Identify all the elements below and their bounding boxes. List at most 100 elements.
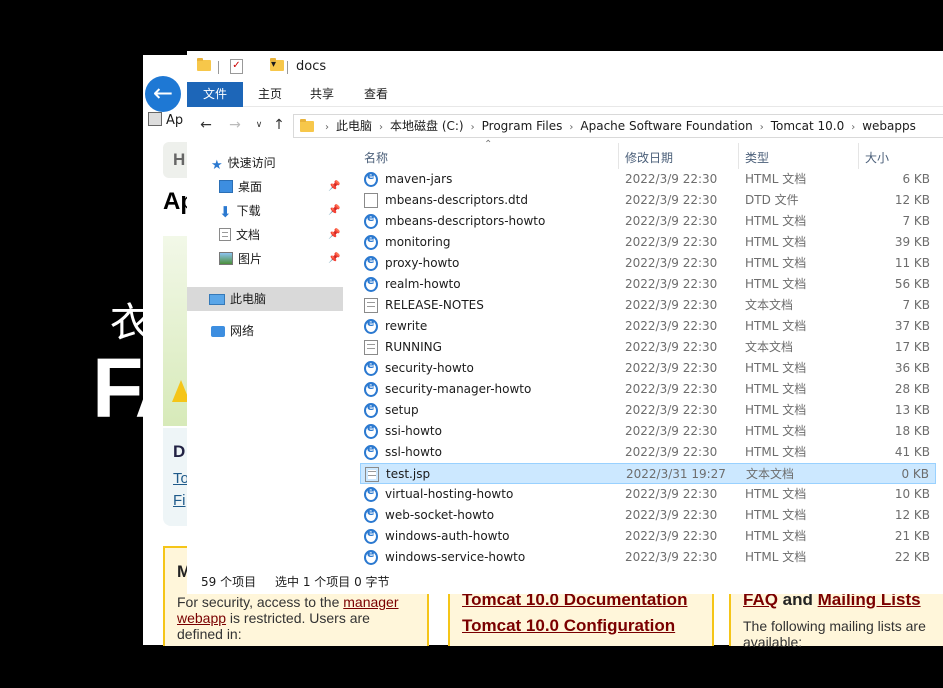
- file-row[interactable]: windows-service-howto 2022/3/9 22:30 HTML …: [360, 547, 936, 568]
- nav-pictures[interactable]: 图片: [219, 247, 262, 271]
- file-row[interactable]: proxy-howto 2022/3/9 22:30 HTML 文档 11 KB: [360, 253, 936, 274]
- file-name: setup: [385, 403, 419, 417]
- pin-icon[interactable]: 📌: [328, 253, 340, 264]
- file-name: RUNNING: [385, 340, 442, 354]
- breadcrumb-separator-icon[interactable]: ›: [760, 122, 764, 133]
- tab-view[interactable]: 查看: [363, 82, 389, 107]
- item-count: 59 个项目: [201, 575, 257, 589]
- file-name: realm-howto: [385, 277, 461, 291]
- column-header-size[interactable]: 大小: [865, 149, 889, 166]
- breadcrumb-separator-icon[interactable]: ›: [569, 122, 573, 133]
- file-name: mbeans-descriptors-howto: [385, 214, 546, 228]
- file-type: HTML 文档: [745, 319, 807, 333]
- navigation-pane: ★ 快速访问 桌面 📌 ⬇ 下载 📌 文档 📌 图片 📌 此电脑 网络: [187, 143, 347, 571]
- file-row[interactable]: mbeans-descriptors-howto 2022/3/9 22:30 HT…: [360, 211, 936, 232]
- nav-network[interactable]: 网络: [211, 319, 254, 343]
- nav-quick-access[interactable]: ★ 快速访问: [211, 151, 276, 175]
- breadcrumb-item[interactable]: Apache Software Foundation: [580, 119, 752, 133]
- breadcrumb-item[interactable]: Tomcat 10.0: [771, 119, 845, 133]
- folder-icon: [197, 58, 211, 71]
- up-arrow-icon[interactable]: ↑: [271, 117, 287, 133]
- desktop-icon: [219, 180, 233, 193]
- browser-tab[interactable]: Ap: [148, 110, 188, 132]
- breadcrumb-separator-icon[interactable]: ›: [471, 122, 475, 133]
- file-row[interactable]: windows-auth-howto 2022/3/9 22:30 HTML 文档 2…: [360, 526, 936, 547]
- file-row[interactable]: web-socket-howto 2022/3/9 22:30 HTML 文档 12 …: [360, 505, 936, 526]
- customize-quick-access-icon[interactable]: ▾: [271, 59, 276, 70]
- star-icon: ★: [211, 158, 223, 173]
- forward-arrow-icon[interactable]: →: [227, 117, 243, 133]
- file-name: monitoring: [385, 235, 451, 249]
- recent-locations-chevron-icon[interactable]: ∨: [251, 117, 267, 133]
- file-row[interactable]: mbeans-descriptors.dtd 2022/3/9 22:30 DTD …: [360, 190, 936, 211]
- card-text: For security, access to the manager weba…: [177, 594, 399, 642]
- address-row: ← → ∨ ↑ › 此电脑 › 本地磁盘 (C:) › Program Files › Apa…: [187, 108, 943, 142]
- file-row[interactable]: maven-jars 2022/3/9 22:30 HTML 文档 6 KB: [360, 169, 936, 190]
- column-header-type[interactable]: 类型: [745, 149, 769, 166]
- file-type: HTML 文档: [745, 382, 807, 396]
- nav-this-pc[interactable]: 此电脑: [187, 287, 343, 311]
- card-text: The following mailing lists are availabl…: [743, 618, 926, 650]
- file-date: 2022/3/9 22:30: [625, 529, 718, 543]
- file-row[interactable]: rewrite 2022/3/9 22:30 HTML 文档 37 KB: [360, 316, 936, 337]
- file-type: HTML 文档: [745, 277, 807, 291]
- file-type: HTML 文档: [745, 235, 807, 249]
- file-date: 2022/3/9 22:30: [625, 445, 718, 459]
- breadcrumb-item[interactable]: 本地磁盘 (C:): [390, 119, 464, 133]
- html-file-icon: [364, 421, 378, 439]
- file-type: HTML 文档: [745, 487, 807, 501]
- file-date: 2022/3/9 22:30: [625, 508, 718, 522]
- pin-icon[interactable]: 📌: [328, 181, 340, 192]
- nav-desktop[interactable]: 桌面: [219, 175, 262, 199]
- file-row[interactable]: realm-howto 2022/3/9 22:30 HTML 文档 56 KB: [360, 274, 936, 295]
- breadcrumb-separator-icon[interactable]: ›: [325, 122, 329, 133]
- column-header-name[interactable]: 名称: [364, 149, 388, 166]
- pin-icon[interactable]: 📌: [328, 205, 340, 216]
- tab-file[interactable]: 文件: [187, 82, 243, 107]
- file-row[interactable]: RUNNING 2022/3/9 22:30 文本文档 17 KB: [360, 337, 936, 358]
- breadcrumb-separator-icon[interactable]: ›: [851, 122, 855, 133]
- properties-icon[interactable]: ✓: [230, 59, 243, 74]
- nav-downloads[interactable]: ⬇ 下载: [219, 199, 261, 223]
- back-arrow-icon[interactable]: ←: [198, 117, 214, 133]
- file-row[interactable]: setup 2022/3/9 22:30 HTML 文档 13 KB: [360, 400, 936, 421]
- selection-info: 选中 1 个项目 0 字节: [275, 575, 390, 589]
- address-bar[interactable]: › 此电脑 › 本地磁盘 (C:) › Program Files › Apache Soft…: [293, 114, 943, 138]
- breadcrumb-item[interactable]: 此电脑: [336, 119, 372, 133]
- file-type: 文本文档: [745, 340, 794, 354]
- file-row[interactable]: monitoring 2022/3/9 22:30 HTML 文档 39 KB: [360, 232, 936, 253]
- configuration-link[interactable]: Tomcat 10.0 Configuration: [462, 616, 675, 636]
- text-file-icon: [364, 340, 378, 355]
- file-row[interactable]: ssl-howto 2022/3/9 22:30 HTML 文档 41 KB: [360, 442, 936, 463]
- file-row[interactable]: ssi-howto 2022/3/9 22:30 HTML 文档 18 KB: [360, 421, 936, 442]
- nav-documents[interactable]: 文档: [219, 223, 260, 247]
- breadcrumb: › 此电脑 › 本地磁盘 (C:) › Program Files › Apache Soft…: [318, 115, 916, 137]
- file-row[interactable]: security-manager-howto 2022/3/9 22:30 HTML…: [360, 379, 936, 400]
- file-date: 2022/3/9 22:30: [625, 550, 718, 564]
- html-file-icon: [364, 379, 378, 397]
- file-date: 2022/3/9 22:30: [625, 256, 718, 270]
- file-size: 11 KB: [894, 256, 930, 270]
- file-type: HTML 文档: [745, 172, 807, 186]
- file-row[interactable]: RELEASE-NOTES 2022/3/9 22:30 文本文档 7 KB: [360, 295, 936, 316]
- file-date: 2022/3/9 22:30: [625, 361, 718, 375]
- file-row[interactable]: security-howto 2022/3/9 22:30 HTML 文档 36 KB: [360, 358, 936, 379]
- browser-back-icon[interactable]: ←: [145, 76, 181, 112]
- tab-home[interactable]: 主页: [257, 82, 283, 107]
- file-type: HTML 文档: [745, 529, 807, 543]
- page-link-2[interactable]: Fi: [173, 492, 186, 509]
- html-file-icon: [364, 547, 378, 565]
- column-header-date[interactable]: 修改日期: [625, 149, 673, 166]
- file-row[interactable]: virtual-hosting-howto 2022/3/9 22:30 HTML …: [360, 484, 936, 505]
- file-size: 22 KB: [894, 550, 930, 564]
- file-date: 2022/3/9 22:30: [625, 277, 718, 291]
- column-headers: ⌃ 名称 修改日期 类型 大小: [352, 139, 943, 169]
- tab-share[interactable]: 共享: [309, 82, 335, 107]
- breadcrumb-item[interactable]: webapps: [862, 119, 916, 133]
- breadcrumb-item[interactable]: Program Files: [482, 119, 563, 133]
- pin-icon[interactable]: 📌: [328, 229, 340, 240]
- file-size: 12 KB: [894, 508, 930, 522]
- file-row[interactable]: test.jsp 2022/3/31 19:27 文本文档 0 KB: [360, 463, 936, 484]
- file-date: 2022/3/9 22:30: [625, 487, 718, 501]
- breadcrumb-separator-icon[interactable]: ›: [379, 122, 383, 133]
